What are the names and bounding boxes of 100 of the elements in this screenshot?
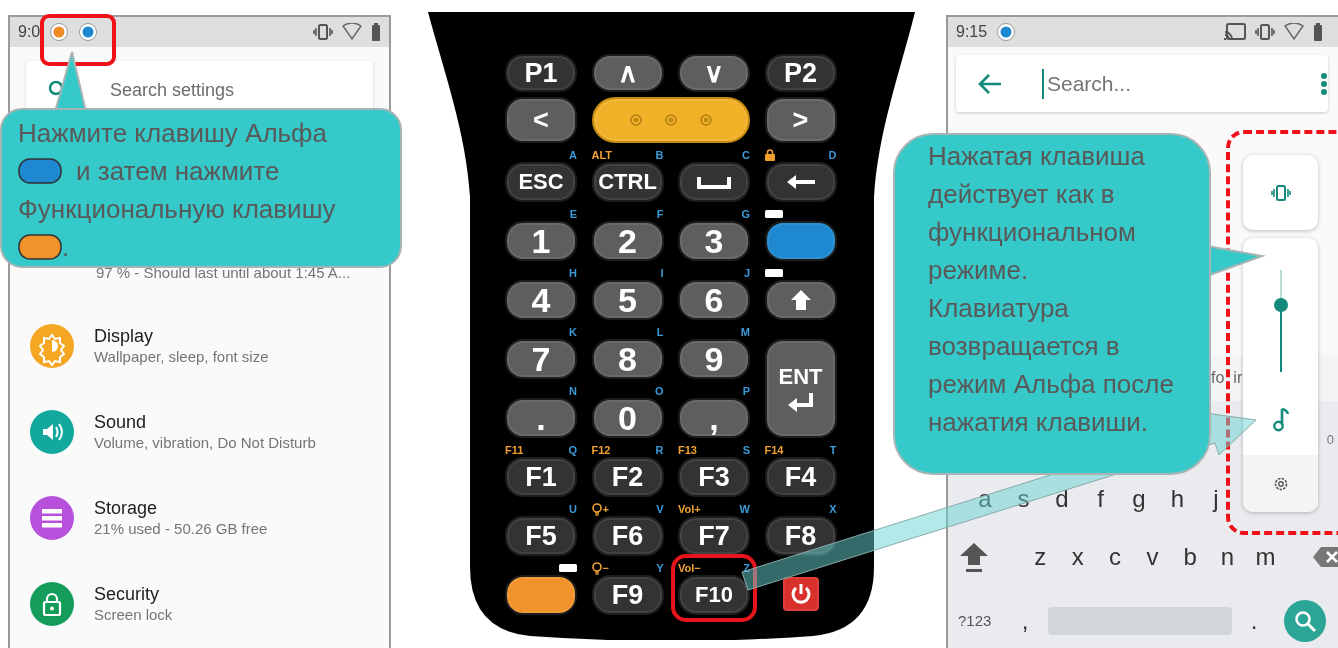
settings-subtitle: Volume, vibration, Do Not Disturb bbox=[94, 433, 316, 453]
keypad-key[interactable] bbox=[678, 162, 750, 202]
notification-icon bbox=[49, 22, 70, 42]
keypad-key[interactable] bbox=[764, 162, 837, 202]
vibrate-toggle[interactable] bbox=[1243, 155, 1318, 230]
keypad-key[interactable]: F3 bbox=[678, 457, 750, 497]
keypad-key[interactable]: ∧ bbox=[591, 54, 664, 92]
keyboard-key[interactable]: g bbox=[1129, 481, 1149, 517]
keypad-key[interactable]: , bbox=[678, 398, 750, 438]
letter-label: T bbox=[829, 444, 837, 456]
keyboard-key[interactable]: d bbox=[1052, 481, 1072, 517]
keypad-key[interactable]: P1 bbox=[505, 54, 577, 92]
keyboard-key[interactable]: j bbox=[1206, 481, 1226, 517]
keypad-key[interactable]: 8 bbox=[591, 339, 664, 379]
keypad-key[interactable] bbox=[505, 575, 577, 615]
settings-item[interactable]: Display Wallpaper, sleep, font size bbox=[10, 303, 389, 389]
keyboard-key[interactable]: x bbox=[1068, 539, 1088, 575]
space-icon bbox=[697, 175, 731, 189]
keypad-key[interactable]: 3 bbox=[678, 221, 750, 261]
letter-label: K bbox=[569, 326, 577, 338]
settings-item[interactable]: Security Screen lock bbox=[10, 561, 389, 647]
vibrate-icon bbox=[1255, 23, 1275, 41]
period-key[interactable]: . bbox=[1232, 603, 1276, 639]
settings-item[interactable]: Sound Volume, vibration, Do Not Disturb bbox=[10, 389, 389, 475]
keypad-key[interactable]: . bbox=[505, 398, 577, 438]
keypad-key[interactable]: 1 bbox=[505, 221, 577, 261]
keypad-key[interactable] bbox=[764, 221, 837, 261]
search-field[interactable]: Search... bbox=[1044, 66, 1320, 101]
settings-title: Security bbox=[94, 583, 161, 605]
keyboard-key[interactable]: z bbox=[1030, 539, 1050, 575]
settings-subtitle: Wallpaper, sleep, font size bbox=[94, 347, 269, 367]
battery-summary: 97 % - Should last until about 1:45 A... bbox=[96, 263, 352, 283]
keypad-key[interactable]: ENT bbox=[764, 339, 837, 438]
keypad-key[interactable]: 9 bbox=[678, 339, 750, 379]
keyboard-key[interactable]: n bbox=[1217, 539, 1238, 575]
keypad-key[interactable]: 2 bbox=[591, 221, 664, 261]
keypad-key[interactable]: F6 bbox=[591, 516, 664, 556]
keypad-key[interactable]: F2 bbox=[591, 457, 664, 497]
more-options-icon[interactable] bbox=[1320, 71, 1328, 96]
left-arrow-icon bbox=[785, 174, 816, 190]
keyboard-key[interactable]: f bbox=[1090, 481, 1111, 517]
keypad-key[interactable]: F8 bbox=[764, 516, 837, 556]
letter-label: I bbox=[660, 267, 664, 279]
keypad-key[interactable]: > bbox=[764, 97, 837, 143]
slider-thumb[interactable] bbox=[1273, 297, 1288, 312]
keypad-key[interactable]: 7 bbox=[505, 339, 577, 379]
letter-label: C bbox=[742, 149, 750, 161]
settings-subtitle: Screen lock bbox=[94, 605, 173, 625]
callout-text: и затем нажмите bbox=[76, 155, 280, 188]
search-icon[interactable] bbox=[1284, 600, 1326, 642]
function-label: F13 bbox=[678, 444, 697, 456]
comma-key[interactable]: , bbox=[1002, 603, 1048, 639]
cast-icon bbox=[1224, 23, 1246, 41]
keypad-key[interactable]: F9 bbox=[591, 575, 664, 615]
letter-label: W bbox=[739, 503, 750, 515]
keypad-key[interactable]: F1 bbox=[505, 457, 577, 497]
keypad-key[interactable]: P2 bbox=[764, 54, 837, 92]
symbols-key[interactable]: ?123 bbox=[958, 609, 1002, 633]
keypad-key[interactable]: 0 bbox=[591, 398, 664, 438]
keyboard-key[interactable]: h bbox=[1167, 481, 1188, 517]
vibrate-icon bbox=[1270, 183, 1291, 202]
suggestion-text[interactable]: fo bbox=[1211, 366, 1225, 390]
keypad-key[interactable] bbox=[591, 97, 750, 143]
letter-label: F bbox=[656, 208, 664, 220]
letter-label: U bbox=[569, 503, 577, 515]
letter-label: Q bbox=[568, 444, 577, 456]
keyboard-key[interactable]: m bbox=[1255, 539, 1276, 575]
text-cursor bbox=[1042, 68, 1044, 99]
keypad-key[interactable]: F4 bbox=[764, 457, 837, 497]
back-icon[interactable] bbox=[978, 73, 1002, 94]
settings-title: Sound bbox=[94, 411, 148, 433]
callout-text: Нажмите клавишу Альфа bbox=[18, 117, 327, 150]
function-label: ALT bbox=[591, 149, 613, 161]
keypad-key[interactable]: ESC bbox=[505, 162, 577, 202]
keypad-key[interactable] bbox=[764, 280, 837, 320]
keyboard-key[interactable]: b bbox=[1180, 539, 1200, 575]
keyboard-key[interactable]: c bbox=[1105, 539, 1125, 575]
letter-label: J bbox=[743, 267, 750, 279]
keypad-key[interactable]: 4 bbox=[505, 280, 577, 320]
notification-icon bbox=[996, 22, 1017, 42]
letter-label: R bbox=[655, 444, 664, 456]
notification-icon bbox=[78, 22, 99, 42]
settings-item[interactable]: Storage 21% used - 50.26 GB free bbox=[10, 475, 389, 561]
keypad-key[interactable]: < bbox=[505, 97, 577, 143]
keypad-key[interactable]: 6 bbox=[678, 280, 750, 320]
keypad-key[interactable]: CTRL bbox=[591, 162, 664, 202]
search-bar[interactable]: Search... bbox=[956, 55, 1328, 112]
keypad-key[interactable]: ∨ bbox=[678, 54, 750, 92]
suggestion-text[interactable]: ir bbox=[1233, 366, 1243, 390]
keypad-key[interactable]: F10 bbox=[678, 575, 750, 615]
keypad-key[interactable] bbox=[780, 575, 821, 613]
battery-icon bbox=[371, 23, 381, 41]
keyboard-key[interactable]: v bbox=[1143, 539, 1163, 575]
search-placeholder: Search settings bbox=[110, 78, 235, 102]
keypad-key[interactable]: 5 bbox=[591, 280, 664, 320]
callout-text: Функциональную клавишу bbox=[18, 193, 336, 226]
backspace-icon[interactable] bbox=[1312, 546, 1338, 568]
keypad-key[interactable]: F5 bbox=[505, 516, 577, 556]
letter-label: B bbox=[655, 149, 664, 161]
letter-label: O bbox=[654, 385, 664, 397]
